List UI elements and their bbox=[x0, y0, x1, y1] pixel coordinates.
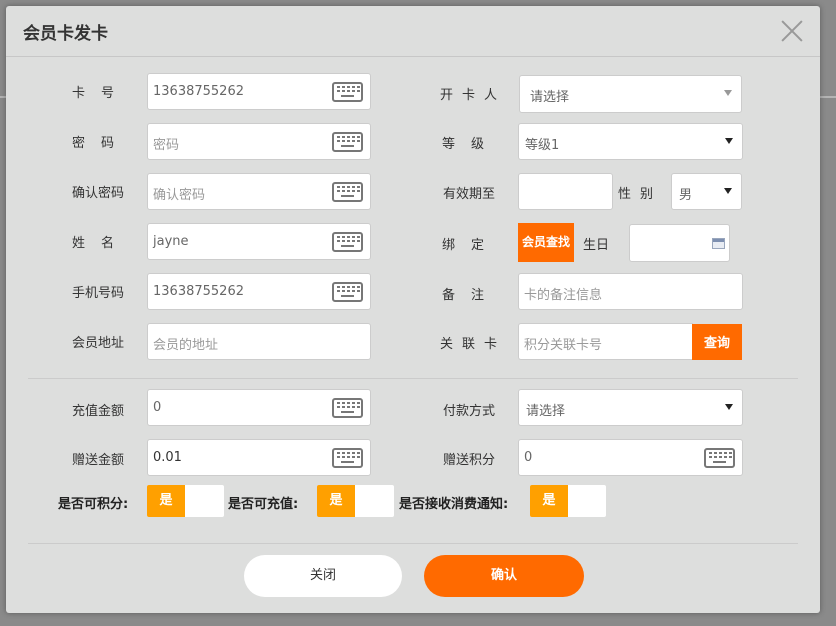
recharge-toggle[interactable]: 是 bbox=[317, 485, 394, 517]
points-toggle-label: 是否可积分: bbox=[58, 497, 129, 512]
confirm-password-label: 确认密码 bbox=[72, 186, 125, 201]
name-label: 姓名 bbox=[72, 236, 131, 251]
recharge-field[interactable]: 0 bbox=[147, 389, 371, 426]
points-toggle[interactable]: 是 bbox=[147, 485, 224, 517]
name-field[interactable]: jayne bbox=[147, 223, 371, 260]
gift-points-field[interactable]: 0 bbox=[518, 439, 743, 476]
keyboard-icon[interactable] bbox=[332, 448, 363, 468]
divider bbox=[28, 543, 798, 544]
chevron-down-icon bbox=[725, 404, 733, 410]
chevron-down-icon bbox=[724, 188, 732, 194]
close-button[interactable]: 关闭 bbox=[244, 555, 402, 597]
gender-select[interactable]: 男 bbox=[671, 173, 742, 210]
birthday-label: 生日 bbox=[583, 238, 610, 253]
gift-amount-field[interactable]: 0.01 bbox=[147, 439, 371, 476]
address-field[interactable]: 会员的地址 bbox=[147, 323, 371, 360]
opener-label: 开卡人 bbox=[440, 88, 507, 103]
payment-method-label: 付款方式 bbox=[443, 404, 496, 419]
keyboard-icon[interactable] bbox=[332, 182, 363, 202]
bind-label: 绑定 bbox=[442, 238, 501, 253]
query-button[interactable]: 查询 bbox=[692, 324, 742, 360]
linked-card-label: 关联卡 bbox=[440, 337, 507, 352]
dialog-header: 会员卡发卡 bbox=[6, 6, 820, 57]
toggle-on-segment: 是 bbox=[530, 485, 568, 517]
address-label: 会员地址 bbox=[72, 336, 125, 351]
divider bbox=[28, 378, 798, 379]
keyboard-icon[interactable] bbox=[332, 282, 363, 302]
phone-field[interactable]: 13638755262 bbox=[147, 273, 371, 310]
linked-card-field[interactable]: 积分关联卡号 bbox=[518, 323, 693, 360]
birthday-field[interactable] bbox=[629, 224, 730, 262]
keyboard-icon[interactable] bbox=[332, 132, 363, 152]
gift-points-label: 赠送积分 bbox=[443, 453, 496, 468]
confirm-button[interactable]: 确认 bbox=[424, 555, 584, 597]
keyboard-icon[interactable] bbox=[332, 82, 363, 102]
notify-toggle[interactable]: 是 bbox=[530, 485, 606, 517]
confirm-password-field[interactable]: 确认密码 bbox=[147, 173, 371, 210]
gender-label: 性别 bbox=[618, 187, 663, 202]
password-field[interactable]: 密码 bbox=[147, 123, 371, 160]
remark-field[interactable]: 卡的备注信息 bbox=[518, 273, 743, 310]
card-number-field[interactable]: 13638755262 bbox=[147, 73, 371, 110]
keyboard-icon[interactable] bbox=[704, 448, 735, 468]
keyboard-icon[interactable] bbox=[332, 232, 363, 252]
gift-amount-label: 赠送金额 bbox=[72, 453, 125, 468]
recharge-label: 充值金额 bbox=[72, 404, 125, 419]
calendar-icon[interactable] bbox=[712, 238, 725, 249]
member-search-button[interactable]: 会员查找 bbox=[518, 223, 574, 262]
notify-toggle-label: 是否接收消费通知: bbox=[399, 497, 509, 512]
remark-label: 备注 bbox=[442, 288, 501, 303]
expiry-field[interactable] bbox=[518, 173, 613, 210]
toggle-on-segment: 是 bbox=[147, 485, 185, 517]
issue-card-dialog: 会员卡发卡 卡号 13638755262 密码 密码 确认密码 确认密码 姓名 … bbox=[6, 6, 820, 613]
level-label: 等级 bbox=[442, 137, 501, 152]
level-select[interactable]: 等级1 bbox=[518, 123, 743, 160]
card-number-label: 卡号 bbox=[72, 86, 131, 101]
keyboard-icon[interactable] bbox=[332, 398, 363, 418]
opener-select[interactable]: 请选择 bbox=[519, 75, 742, 113]
expiry-label: 有效期至 bbox=[443, 187, 496, 202]
phone-label: 手机号码 bbox=[72, 286, 125, 301]
payment-method-select[interactable]: 请选择 bbox=[518, 389, 743, 426]
chevron-down-icon bbox=[724, 90, 732, 96]
toggle-on-segment: 是 bbox=[317, 485, 355, 517]
dialog-title: 会员卡发卡 bbox=[23, 24, 108, 44]
close-icon[interactable] bbox=[780, 19, 804, 43]
password-label: 密码 bbox=[72, 136, 131, 151]
recharge-toggle-label: 是否可充值: bbox=[228, 497, 299, 512]
chevron-down-icon bbox=[725, 138, 733, 144]
